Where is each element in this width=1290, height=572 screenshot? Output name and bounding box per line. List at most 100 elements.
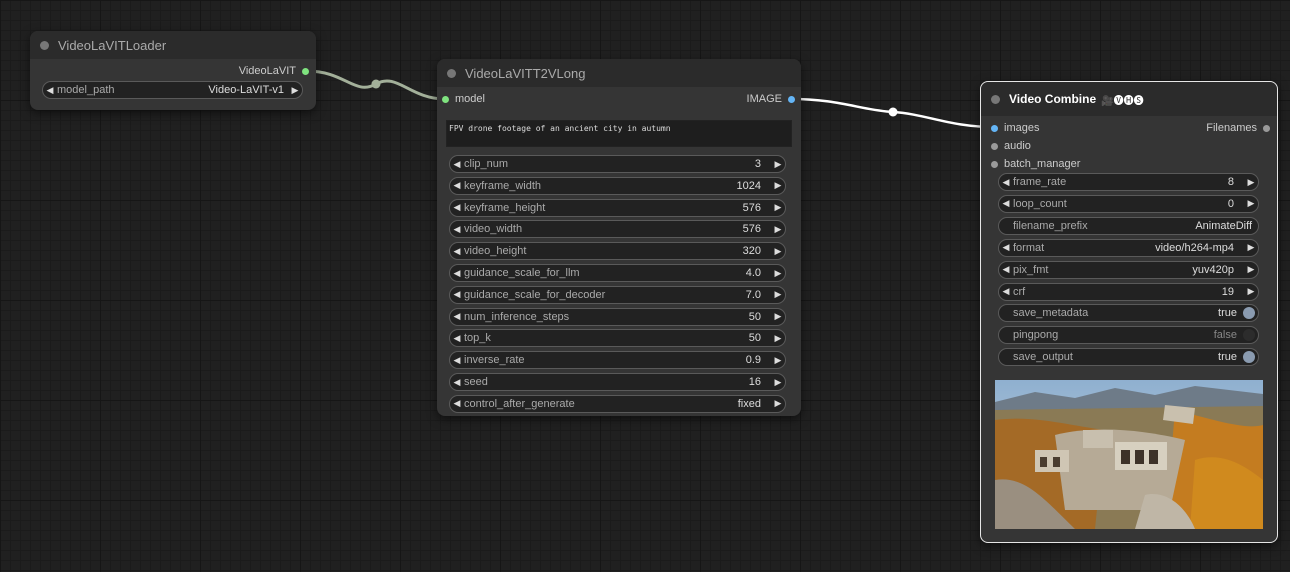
decrement-arrow-icon[interactable]: ◀ [999, 177, 1013, 188]
model-link-midpoint[interactable] [371, 79, 381, 89]
save-metadata-widget[interactable]: save_metadata true [998, 304, 1259, 323]
decrement-arrow-icon[interactable]: ◀ [450, 377, 464, 388]
model-link-wire [306, 69, 446, 101]
video-height-widget[interactable]: ◀ video_height 320 ▶ [449, 242, 786, 261]
widget-name: top_k [464, 332, 491, 345]
guidance-scale-for-llm-widget[interactable]: ◀ guidance_scale_for_llm 4.0 ▶ [449, 264, 786, 282]
increment-arrow-icon[interactable]: ▶ [1244, 286, 1258, 297]
format-widget[interactable]: ◀ format video/h264-mp4 ▶ [998, 238, 1259, 257]
video-width-widget[interactable]: ◀ video_width 576 ▶ [449, 220, 786, 239]
decrement-arrow-icon[interactable]: ◀ [450, 202, 464, 213]
increment-arrow-icon[interactable]: ▶ [771, 159, 785, 170]
model-path-combo[interactable]: ◀ model_path Video-LaVIT-v1 ▶ [42, 81, 303, 99]
increment-arrow-icon[interactable]: ▶ [771, 311, 785, 322]
increment-arrow-icon[interactable]: ▶ [1244, 177, 1258, 188]
video-combine-node[interactable]: Video Combine 🎥🅥🅗🅢 images audio batch_mana… [980, 81, 1278, 543]
loop-count-widget[interactable]: ◀ loop_count 0 ▶ [998, 194, 1259, 213]
input-slot-model[interactable]: model [442, 91, 485, 107]
input-socket-icon[interactable] [991, 142, 998, 150]
increment-arrow-icon[interactable]: ▶ [1244, 264, 1258, 275]
toggle-knob-icon[interactable] [1243, 329, 1255, 342]
prompt-textarea[interactable]: FPV drone footage of an ancient city in … [446, 120, 792, 147]
widget-name: inverse_rate [464, 354, 525, 367]
increment-arrow-icon[interactable]: ▶ [771, 268, 785, 279]
widget-name: save_metadata [1013, 307, 1089, 320]
output-slot-videolavit[interactable]: VideoLaVIT [239, 63, 309, 79]
guidance-scale-for-decoder-widget[interactable]: ◀ guidance_scale_for_decoder 7.0 ▶ [449, 285, 786, 304]
videolavit-t2v-long-node[interactable]: VideoLaVITT2VLong model IMAGE FPV drone … [437, 59, 801, 416]
crf-widget[interactable]: ◀ crf 19 ▶ [998, 282, 1259, 301]
seed-widget[interactable]: ◀ seed 16 ▶ [449, 373, 786, 391]
inverse-rate-widget[interactable]: ◀ inverse_rate 0.9 ▶ [449, 351, 786, 370]
widget-name: pix_fmt [1013, 263, 1049, 276]
output-socket-icon[interactable] [788, 95, 795, 103]
increment-arrow-icon[interactable]: ▶ [771, 333, 785, 344]
decrement-arrow-icon[interactable]: ◀ [450, 333, 464, 344]
decrement-arrow-icon[interactable]: ◀ [450, 311, 464, 322]
widget-value: 16 [748, 376, 761, 388]
decrement-arrow-icon[interactable]: ◀ [999, 286, 1013, 297]
decrement-arrow-icon[interactable]: ◀ [450, 268, 464, 279]
num-inference-steps-widget[interactable]: ◀ num_inference_steps 50 ▶ [449, 307, 786, 326]
decrement-arrow-icon[interactable]: ◀ [999, 198, 1013, 209]
frame-rate-widget[interactable]: ◀ frame_rate 8 ▶ [998, 173, 1259, 191]
collapse-dot-icon[interactable] [447, 68, 456, 78]
increment-arrow-icon[interactable]: ▶ [771, 289, 785, 300]
keyframe-width-widget[interactable]: ◀ keyframe_width 1024 ▶ [449, 176, 786, 195]
toggle-knob-icon[interactable] [1243, 351, 1255, 364]
node-title-bar[interactable]: VideoLaVITLoader [30, 31, 316, 59]
increment-arrow-icon[interactable]: ▶ [771, 202, 785, 213]
input-socket-icon[interactable] [442, 95, 449, 103]
output-socket-icon[interactable] [302, 67, 309, 75]
increment-arrow-icon[interactable]: ▶ [771, 180, 785, 191]
video-preview[interactable] [995, 380, 1263, 529]
increment-arrow-icon[interactable]: ▶ [771, 398, 785, 409]
filename-prefix-widget[interactable]: filename_prefix AnimateDiff [998, 216, 1259, 235]
decrement-arrow-icon[interactable]: ◀ [450, 180, 464, 191]
input-socket-icon[interactable] [991, 160, 998, 168]
increment-arrow-icon[interactable]: ▶ [1244, 198, 1258, 209]
decrement-arrow-icon[interactable]: ◀ [450, 159, 464, 170]
pingpong-widget[interactable]: pingpong false [998, 326, 1259, 345]
widget-name: keyframe_width [464, 179, 542, 192]
control-after-generate-widget[interactable]: ◀ control_after_generate fixed ▶ [449, 394, 786, 413]
decrement-arrow-icon[interactable]: ◀ [450, 355, 464, 366]
collapse-dot-icon[interactable] [40, 40, 49, 50]
top-k-widget[interactable]: ◀ top_k 50 ▶ [449, 329, 786, 348]
clip-num-widget[interactable]: ◀ clip_num 3 ▶ [449, 155, 786, 173]
node-title: VideoLaVITLoader [58, 37, 167, 53]
increment-arrow-icon[interactable]: ▶ [1244, 242, 1258, 253]
input-socket-icon[interactable] [991, 124, 998, 132]
widget-value: 50 [748, 332, 761, 345]
node-title-bar[interactable]: VideoLaVITT2VLong [437, 59, 801, 87]
node-title: Video Combine [1009, 92, 1097, 106]
decrement-arrow-icon[interactable]: ◀ [450, 246, 464, 257]
decrement-arrow-icon[interactable]: ◀ [450, 289, 464, 300]
save-output-widget[interactable]: save_output true [998, 348, 1259, 367]
increment-arrow-icon[interactable]: ▶ [288, 85, 302, 96]
output-slot-filenames[interactable]: Filenames [1206, 120, 1270, 136]
decrement-arrow-icon[interactable]: ◀ [999, 264, 1013, 275]
increment-arrow-icon[interactable]: ▶ [771, 224, 785, 235]
input-label: batch_manager [1004, 158, 1081, 170]
increment-arrow-icon[interactable]: ▶ [771, 377, 785, 388]
input-slot-batch-manager[interactable]: batch_manager [991, 156, 1080, 172]
increment-arrow-icon[interactable]: ▶ [771, 246, 785, 257]
decrement-arrow-icon[interactable]: ◀ [450, 224, 464, 235]
input-slot-audio[interactable]: audio [991, 138, 1031, 154]
image-link-midpoint[interactable] [888, 107, 898, 117]
toggle-knob-icon[interactable] [1243, 307, 1255, 320]
decrement-arrow-icon[interactable]: ◀ [43, 85, 57, 96]
videolavit-loader-node[interactable]: VideoLaVITLoader VideoLaVIT ◀ model_path… [30, 31, 316, 110]
decrement-arrow-icon[interactable]: ◀ [450, 398, 464, 409]
pix-fmt-widget[interactable]: ◀ pix_fmt yuv420p ▶ [998, 260, 1259, 279]
increment-arrow-icon[interactable]: ▶ [771, 355, 785, 366]
decrement-arrow-icon[interactable]: ◀ [999, 242, 1013, 253]
input-slot-images[interactable]: images [991, 120, 1039, 136]
output-slot-image[interactable]: IMAGE [747, 91, 795, 107]
output-socket-icon[interactable] [1263, 124, 1270, 132]
keyframe-height-widget[interactable]: ◀ keyframe_height 576 ▶ [449, 198, 786, 217]
node-title-bar[interactable]: Video Combine 🎥🅥🅗🅢 [981, 82, 1277, 116]
collapse-dot-icon[interactable] [991, 94, 1000, 104]
widget-value: 50 [748, 310, 761, 323]
